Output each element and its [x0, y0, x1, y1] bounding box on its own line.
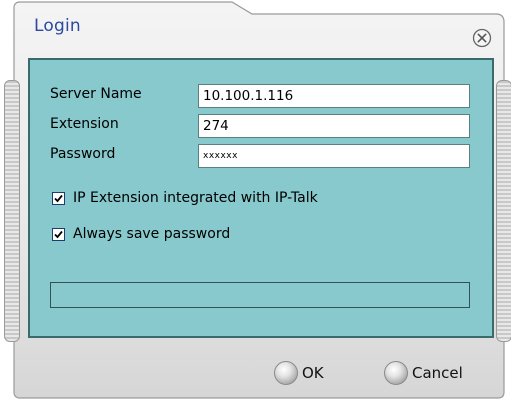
cancel-orb-icon [384, 361, 408, 385]
password-input[interactable] [198, 144, 470, 168]
ok-orb-icon [274, 361, 298, 385]
checkmark-icon [54, 230, 63, 238]
ok-button[interactable]: OK [274, 358, 324, 388]
server-name-input[interactable] [198, 84, 470, 108]
extension-input[interactable] [198, 114, 470, 138]
extension-label: Extension [50, 116, 119, 132]
ip-talk-label: IP Extension integrated with IP-Talk [73, 190, 318, 206]
password-label: Password [50, 146, 116, 162]
save-password-checkbox[interactable] [52, 227, 65, 241]
ip-talk-checkbox[interactable] [52, 191, 65, 205]
dialog-title: Login [34, 16, 81, 36]
right-resize-grip[interactable] [496, 80, 511, 342]
ip-talk-option[interactable]: IP Extension integrated with IP-Talk [52, 190, 318, 206]
close-icon [472, 28, 492, 48]
cancel-label: Cancel [412, 364, 463, 382]
cancel-button[interactable]: Cancel [384, 358, 463, 388]
left-resize-grip[interactable] [4, 80, 20, 342]
status-progress-bar [50, 282, 470, 308]
server-name-label: Server Name [50, 86, 142, 102]
save-password-label: Always save password [73, 226, 231, 242]
ok-label: OK [302, 364, 324, 382]
save-password-option[interactable]: Always save password [52, 226, 230, 242]
login-panel: Server Name Extension Password IP Extens… [28, 58, 494, 338]
close-button[interactable] [472, 28, 492, 48]
checkmark-icon [54, 194, 63, 202]
